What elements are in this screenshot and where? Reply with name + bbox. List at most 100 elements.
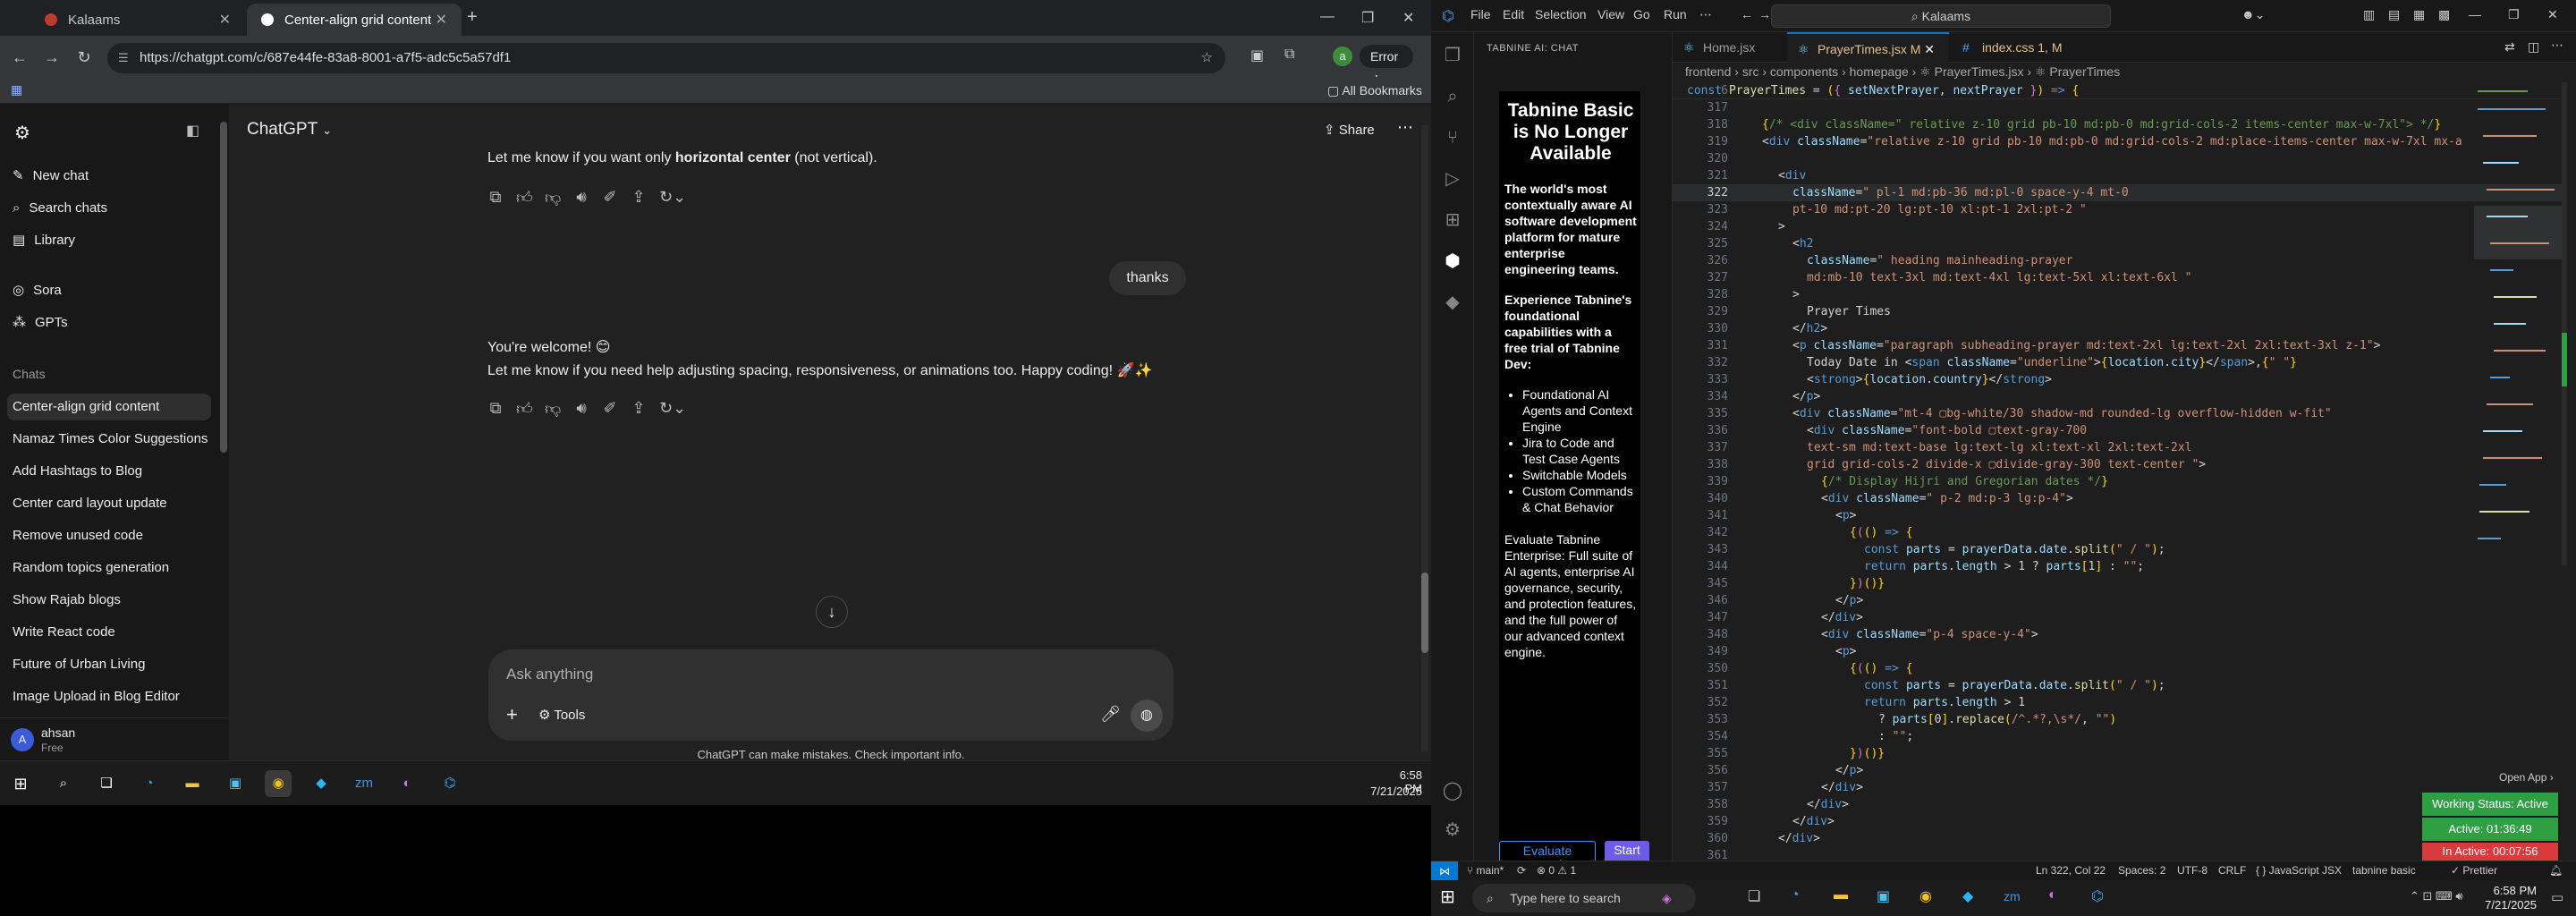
zoom-icon[interactable]: zm <box>351 770 377 797</box>
search-icon[interactable]: ⌕ <box>50 770 77 797</box>
language-mode[interactable]: { } JavaScript JSX <box>2256 864 2342 877</box>
encoding[interactable]: UTF-8 <box>2177 864 2207 877</box>
tools-button[interactable]: ⚙ Tools <box>538 707 585 723</box>
chrome-icon[interactable]: ◉ <box>1919 887 1932 905</box>
explorer-icon[interactable]: ❐ <box>1442 45 1463 66</box>
tabnine-icon[interactable]: ⬢ <box>1442 250 1463 272</box>
chrome-icon[interactable]: ◉ <box>265 770 292 797</box>
openai-logo-icon[interactable]: ⚙ <box>14 122 30 144</box>
error-button[interactable]: Error ⋮ <box>1360 45 1413 87</box>
branch-indicator[interactable]: ⑂ main* <box>1467 864 1504 877</box>
nav-forward-icon[interactable]: → <box>1758 7 1771 21</box>
layout-sidebar-icon[interactable]: ▥ <box>2363 7 2375 22</box>
notifications-bell-icon[interactable]: 🔔︎ <box>2549 864 2563 877</box>
code-editor[interactable]: 6 const PrayerTimes = ({ setNextPrayer, n… <box>1673 82 2576 862</box>
profile-avatar[interactable]: a <box>1333 47 1352 66</box>
file-explorer-icon[interactable]: ▬ <box>1834 887 1848 903</box>
extensions-icon[interactable]: ⊞ <box>1442 209 1463 231</box>
chat-item[interactable]: Add Hashtags to Blog <box>13 458 142 485</box>
edit-in-canvas-icon[interactable]: ✐ <box>602 399 618 419</box>
vscode-icon[interactable]: ⌬ <box>2091 887 2104 905</box>
main-scrollbar-thumb[interactable] <box>1421 572 1428 653</box>
menu-view[interactable]: View <box>1597 7 1624 21</box>
regenerate-icon[interactable]: ↻⌄ <box>659 188 686 208</box>
chat-item[interactable]: Future of Urban Living <box>13 651 145 678</box>
remote-indicator-icon[interactable]: ⋈ <box>1431 861 1458 881</box>
menu-run[interactable]: Run <box>1664 7 1687 21</box>
address-bar[interactable]: ☰ https://chatgpt.com/c/687e44fe-83a8-80… <box>107 43 1225 73</box>
layout-panel-icon[interactable]: ▤ <box>2388 7 2400 22</box>
share-icon[interactable]: ⇪ <box>631 188 647 208</box>
library-button[interactable]: ▤ Library <box>13 227 75 254</box>
app-icon[interactable]: ◆ <box>1962 887 1973 905</box>
reload-icon[interactable]: ↻ <box>73 47 95 68</box>
forward-arrow-icon[interactable]: → <box>41 47 63 68</box>
edit-in-canvas-icon[interactable]: ✐ <box>602 188 618 208</box>
read-aloud-icon[interactable]: 🔊︎ <box>573 399 589 419</box>
site-info-icon[interactable]: ☰ <box>118 43 129 73</box>
source-control-icon[interactable]: ⑂ <box>1442 127 1463 148</box>
edge-icon[interactable]: ◔ <box>136 770 163 797</box>
windows-start-icon[interactable]: ⊞ <box>7 770 34 797</box>
extensions-puzzle-icon[interactable]: ⧉ <box>1284 47 1304 66</box>
command-center-search[interactable]: ⌕ Kalaams <box>1771 4 2111 28</box>
indentation[interactable]: Spaces: 2 <box>2118 864 2165 877</box>
apps-grid-icon[interactable]: ▦ <box>11 82 22 98</box>
run-debug-icon[interactable]: ▷ <box>1442 168 1463 190</box>
read-aloud-icon[interactable]: 🔊︎ <box>573 188 589 208</box>
scroll-down-button[interactable]: ↓ <box>816 596 848 628</box>
end-of-line[interactable]: CRLF <box>2218 864 2246 877</box>
minimap[interactable] <box>2474 82 2567 565</box>
open-app-link[interactable]: Open App › <box>2499 771 2554 784</box>
breadcrumb[interactable]: frontend › src › components › homepage ›… <box>1685 64 2120 80</box>
customize-layout-icon[interactable]: ▩ <box>2438 7 2450 22</box>
close-icon[interactable]: ✕ <box>2547 7 2558 22</box>
maximize-icon[interactable]: ❐ <box>2508 7 2520 22</box>
problems-indicator[interactable]: ⊗ 0 ⚠ 1 <box>1537 864 1576 877</box>
prompt-input[interactable] <box>506 662 1132 687</box>
copy-icon[interactable]: ⧉ <box>487 188 504 208</box>
menu-edit[interactable]: Edit <box>1503 7 1524 21</box>
drop-icon[interactable]: ◆ <box>1442 292 1463 313</box>
close-icon[interactable]: ✕ <box>219 11 231 29</box>
sidebar-scrollbar[interactable] <box>220 122 227 453</box>
tab-home-jsx[interactable]: ⚛ Home.jsx <box>1673 32 1769 63</box>
edge-icon[interactable]: ◔ <box>1791 887 1800 903</box>
store-icon[interactable]: ▣ <box>222 770 249 797</box>
all-bookmarks[interactable]: ▢ All Bookmarks <box>1327 83 1422 98</box>
settings-gear-icon[interactable]: ⚙ <box>1442 819 1463 841</box>
nav-back-icon[interactable]: ← <box>1741 7 1753 21</box>
maximize-button[interactable]: ❐ <box>1361 9 1374 27</box>
sora-button[interactable]: ◎ Sora <box>13 277 62 304</box>
zoom-icon[interactable]: zm <box>2004 889 2021 903</box>
chat-item[interactable]: Show Rajab blogs <box>13 587 121 614</box>
close-icon[interactable]: ✕ <box>436 11 447 29</box>
menu-file[interactable]: File <box>1470 7 1491 21</box>
regenerate-icon[interactable]: ↻⌄ <box>659 399 686 419</box>
new-chat-button[interactable]: ✎ New chat <box>13 163 89 190</box>
chat-item[interactable]: Image Upload in Blog Editor <box>13 683 180 710</box>
tabnine-status[interactable]: tabnine basic <box>2352 864 2416 877</box>
tab-kalaams[interactable]: Kalaams ✕ <box>30 4 245 36</box>
github-desktop-icon[interactable]: ◐ <box>394 770 420 797</box>
chat-item[interactable]: Random topics generation <box>13 555 169 581</box>
chat-item[interactable]: Remove unused code <box>13 522 143 549</box>
new-tab-button[interactable]: + <box>467 7 478 28</box>
thumbs-up-icon[interactable]: 👍︎ <box>516 188 533 208</box>
taskbar-search[interactable]: ⌕ Type here to search ◈ <box>1472 884 1696 912</box>
menu-selection[interactable]: Selection <box>1535 7 1587 21</box>
system-tray-icons[interactable]: ⌃ ⊡ ⌨ 🔊︎ <box>2410 889 2463 903</box>
store-icon[interactable]: ▣ <box>1877 887 1890 905</box>
more-options-button[interactable]: ⋯ <box>1397 118 1413 137</box>
gpts-button[interactable]: ⁂ GPTs <box>13 310 68 336</box>
notifications-icon[interactable]: ▭ <box>2551 889 2563 905</box>
app-icon[interactable]: ◆ <box>308 770 335 797</box>
menu-more[interactable]: ⋯ <box>1699 7 1712 22</box>
microphone-icon[interactable]: 🎤︎ <box>1100 705 1121 724</box>
copy-icon[interactable]: ⧉ <box>487 399 504 419</box>
close-icon[interactable]: ✕ <box>1924 42 1935 56</box>
model-selector[interactable]: ChatGPT ⌄ <box>247 120 332 140</box>
search-chats-button[interactable]: ⌕ Search chats <box>13 195 107 222</box>
tab-index-css[interactable]: # index.css 1, M <box>1952 32 2076 63</box>
tab-prayertimes-jsx[interactable]: ⚛ PrayerTimes.jsx M ✕ <box>1787 32 1950 63</box>
